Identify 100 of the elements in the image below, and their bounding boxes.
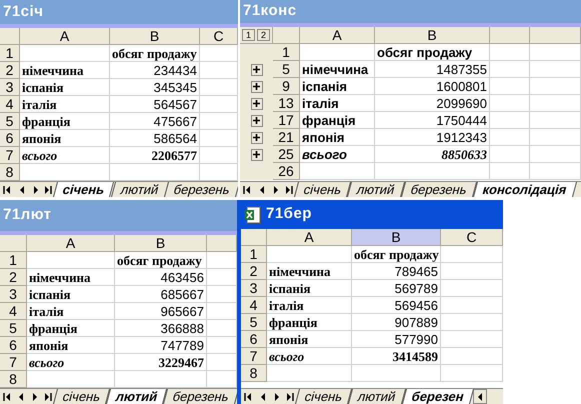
column-header[interactable]: B	[110, 28, 200, 45]
table-cell: німеччина	[267, 263, 352, 280]
row-header[interactable]: 4	[241, 297, 267, 314]
row-header[interactable]: 4	[0, 96, 20, 113]
column-header[interactable]: C	[441, 229, 503, 246]
next-sheet-button[interactable]	[30, 390, 38, 402]
first-sheet-button[interactable]	[244, 390, 252, 402]
first-sheet-button[interactable]	[243, 184, 251, 196]
next-sheet-button[interactable]	[271, 184, 279, 196]
column-header[interactable]: A	[20, 28, 110, 45]
sheet-tab[interactable]: лютий	[110, 182, 168, 197]
row-header[interactable]: 4	[0, 303, 27, 320]
row-header[interactable]: 7	[0, 147, 20, 164]
sheet-tab[interactable]: березень	[164, 182, 238, 197]
table-cell	[441, 263, 503, 280]
row-header[interactable]: 3	[0, 286, 27, 303]
column-header[interactable]: A	[267, 229, 352, 246]
sheet-tab[interactable]: березень	[163, 389, 237, 404]
row-header[interactable]: 8	[0, 371, 27, 388]
row-header[interactable]: 1	[0, 45, 20, 62]
last-sheet-button[interactable]	[286, 390, 294, 402]
window-title: 71конс	[243, 1, 297, 22]
outline-level-button[interactable]: 1	[242, 29, 255, 41]
table-cell: іспанія	[300, 78, 375, 95]
sheet-tab[interactable]: січень	[294, 182, 352, 197]
table-cell	[490, 61, 530, 78]
sheet-tab[interactable]: січень	[53, 182, 115, 197]
expand-button[interactable]	[250, 64, 262, 76]
table-cell: 1487355	[375, 61, 490, 78]
last-sheet-button[interactable]	[285, 184, 293, 196]
table-cell: італія	[20, 96, 110, 113]
table-cell	[490, 95, 530, 112]
row-header[interactable]: 3	[241, 280, 267, 297]
row-header[interactable]: 1	[273, 44, 300, 61]
row-header[interactable]: 6	[0, 337, 27, 354]
plus-icon	[253, 83, 260, 90]
table-cell	[530, 61, 581, 78]
column-header[interactable]: B	[375, 27, 490, 44]
table-cell: 907889	[352, 314, 441, 331]
row-header[interactable]: 1	[0, 252, 27, 269]
table-cell	[441, 314, 503, 331]
sheet-tab[interactable]: січень	[52, 389, 110, 404]
column-header[interactable]: B	[352, 229, 441, 246]
sheet-tab[interactable]: лютий	[348, 389, 406, 404]
expand-button[interactable]	[250, 98, 262, 110]
row-header[interactable]: 21	[273, 129, 300, 146]
expand-button[interactable]	[250, 80, 262, 92]
row-header[interactable]: 8	[0, 164, 20, 181]
column-header[interactable]: A	[300, 27, 375, 44]
row-header[interactable]: 5	[273, 61, 300, 78]
table-cell	[490, 146, 530, 163]
table-cell	[200, 96, 238, 113]
expand-button[interactable]	[250, 148, 262, 160]
first-sheet-button[interactable]	[2, 184, 11, 196]
sheet-tab[interactable]: консолідація	[472, 182, 576, 197]
row-header[interactable]: 17	[273, 112, 300, 129]
table-cell: італія	[27, 303, 115, 320]
row-header[interactable]: 25	[273, 146, 300, 163]
row-header[interactable]: 26	[273, 163, 300, 180]
row-header[interactable]: 3	[0, 79, 20, 96]
row-header[interactable]: 2	[0, 62, 20, 79]
column-header[interactable]: C	[200, 28, 238, 45]
table-cell: японія	[267, 331, 352, 348]
table-cell: франція	[267, 314, 352, 331]
row-header[interactable]: 6	[0, 130, 20, 147]
column-header[interactable]: A	[27, 235, 115, 252]
row-header[interactable]: 6	[241, 331, 267, 348]
sheet-tab[interactable]: лютий	[347, 182, 405, 197]
row-header[interactable]: 5	[0, 113, 20, 130]
table-cell: 463456	[115, 269, 207, 286]
row-header[interactable]: 2	[0, 269, 27, 286]
row-header[interactable]: 1	[241, 246, 267, 263]
plus-icon	[253, 151, 260, 158]
next-sheet-button[interactable]	[272, 390, 280, 402]
row-header[interactable]: 5	[0, 320, 27, 337]
table-cell: японія	[20, 130, 110, 147]
first-sheet-button[interactable]	[2, 390, 11, 402]
plus-icon	[253, 100, 260, 107]
expand-button[interactable]	[250, 114, 262, 126]
last-sheet-button[interactable]	[44, 184, 52, 196]
table-cell: японія	[27, 337, 115, 354]
row-header[interactable]: 9	[273, 78, 300, 95]
left-arrow-icon	[476, 392, 483, 400]
sheet-tab[interactable]: березень	[400, 182, 477, 197]
row-header[interactable]: 8	[241, 365, 267, 382]
row-header[interactable]: 7	[0, 354, 27, 371]
table-cell: італія	[300, 95, 375, 112]
outline-level-button[interactable]: 2	[257, 29, 270, 41]
row-header[interactable]: 2	[241, 263, 267, 280]
scroll-left-button[interactable]	[472, 389, 487, 404]
row-header[interactable]: 5	[241, 314, 267, 331]
row-header[interactable]: 13	[273, 95, 300, 112]
sheet-tab[interactable]: січень	[295, 389, 352, 404]
sheet-tab[interactable]: лютий	[106, 389, 168, 404]
row-header[interactable]: 7	[241, 348, 267, 365]
table-cell: всього	[20, 147, 110, 164]
column-header[interactable]: B	[115, 235, 207, 252]
sheet-tab[interactable]: березен	[402, 389, 474, 404]
expand-button[interactable]	[250, 132, 262, 144]
last-sheet-button[interactable]	[44, 390, 52, 402]
